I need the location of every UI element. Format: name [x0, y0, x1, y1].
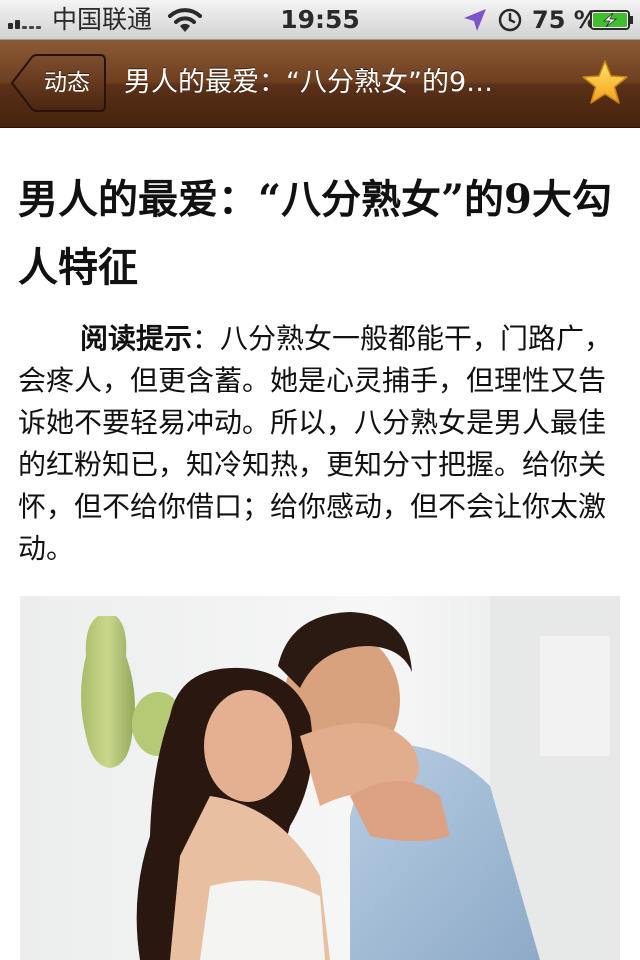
article-intro: 阅读提示：八分熟女一般都能干，门路广，会疼人，但更含蓄。她是心灵捕手，但理性又告… — [18, 318, 624, 570]
navigation-bar: 动态 男人的最爱：“八分熟女”的9… — [0, 40, 640, 128]
screen: 中国联通 19:55 75 % 动态 男人的最爱：“八分熟女”的9… 男人的最爱… — [0, 0, 640, 960]
back-button[interactable]: 动态 — [10, 54, 106, 112]
status-bar: 中国联通 19:55 75 % — [0, 0, 640, 40]
location-arrow-icon — [464, 9, 486, 31]
back-button-label: 动态 — [44, 70, 90, 96]
intro-text: ：八分熟女一般都能干，门路广，会疼人，但更含蓄。她是心灵捕手，但理性又告诉她不要… — [18, 322, 613, 565]
couple-photo-illustration — [20, 596, 620, 960]
battery-percentage: 75 % — [532, 6, 598, 34]
article-photo — [20, 596, 620, 960]
star-icon[interactable] — [580, 58, 630, 108]
alarm-clock-icon — [498, 8, 522, 32]
article-headline: 男人的最爱：“八分熟女”的9大勾人特征 — [18, 176, 612, 291]
battery-charging-icon — [590, 10, 633, 30]
intro-label: 阅读提示 — [80, 322, 193, 355]
nav-title: 男人的最爱：“八分熟女”的9… — [124, 67, 494, 98]
